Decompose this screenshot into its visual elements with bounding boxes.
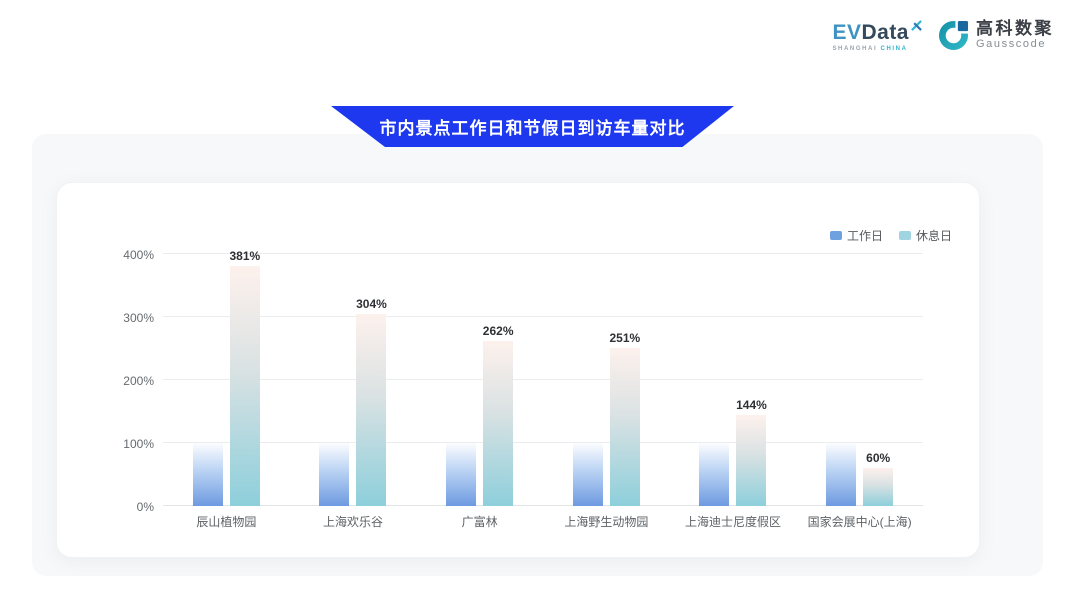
bar-group-3: 251% <box>543 254 670 506</box>
y-tick-label: 400% <box>123 248 154 262</box>
evdata-ev-text: EV <box>832 22 861 44</box>
y-tick-label: 0% <box>137 500 154 514</box>
bar-group-4: 144% <box>670 254 797 506</box>
evdata-sub-china: CHINA <box>881 46 908 52</box>
bar-workday-2 <box>446 443 476 506</box>
legend-item-workday[interactable]: 工作日 <box>830 227 883 244</box>
brand-logos: EVData SHANGHAI CHINA <box>832 19 1054 52</box>
bar-group-0: 381% <box>163 254 290 506</box>
evdata-logo: EVData SHANGHAI CHINA <box>832 19 922 52</box>
bar-holiday-5: 60% <box>863 468 893 506</box>
legend-label-holiday: 休息日 <box>916 227 952 244</box>
y-tick-label: 300% <box>123 311 154 325</box>
x-axis-label-0: 辰山植物园 <box>163 513 290 530</box>
bar-group-1: 304% <box>290 254 417 506</box>
bar-value-label: 304% <box>356 297 387 311</box>
bar-holiday-2: 262% <box>483 341 513 506</box>
evdata-x-icon <box>911 20 922 31</box>
page-title: 市内景点工作日和节假日到访车量对比 <box>380 114 686 139</box>
evdata-sub-shanghai: SHANGHAI <box>832 46 877 52</box>
bar-workday-0 <box>193 443 223 506</box>
bar-workday-1 <box>319 443 349 506</box>
x-axis-labels: 辰山植物园上海欢乐谷广富林上海野生动物园上海迪士尼度假区国家会展中心(上海) <box>163 513 923 533</box>
legend-label-workday: 工作日 <box>847 227 883 244</box>
bar-group-2: 262% <box>416 254 543 506</box>
plot-area: 400%300%200%100%0%381%304%262%251%144%60… <box>163 254 923 506</box>
evdata-wordmark: EVData <box>832 22 922 44</box>
gausscode-logo: 高科数聚 Gausscode <box>938 19 1054 51</box>
bar-holiday-1: 304% <box>356 314 386 506</box>
y-tick-label: 200% <box>123 374 154 388</box>
x-axis-label-5: 国家会展中心(上海) <box>796 513 923 530</box>
x-axis-label-3: 上海野生动物园 <box>543 513 670 530</box>
x-axis-label-1: 上海欢乐谷 <box>290 513 417 530</box>
y-tick-label: 100% <box>123 437 154 451</box>
bar-value-label: 262% <box>483 324 514 338</box>
bar-holiday-4: 144% <box>736 415 766 506</box>
bar-group-5: 60% <box>796 254 923 506</box>
bar-workday-5 <box>826 443 856 506</box>
evdata-subtext: SHANGHAI CHINA <box>832 46 922 52</box>
bar-holiday-0: 381% <box>230 266 260 506</box>
gausscode-text: 高科数聚 Gausscode <box>976 19 1054 51</box>
gausscode-en-name: Gausscode <box>976 38 1054 51</box>
evdata-data-text: Data <box>861 22 909 44</box>
legend-item-holiday[interactable]: 休息日 <box>899 227 952 244</box>
bar-value-label: 144% <box>736 398 767 412</box>
bar-value-label: 251% <box>609 331 640 345</box>
gausscode-g-icon <box>938 20 969 51</box>
bar-value-label: 60% <box>866 451 890 465</box>
gausscode-cn-name: 高科数聚 <box>976 19 1054 38</box>
chart-legend: 工作日 休息日 <box>830 227 952 244</box>
content-panel: 工作日 休息日 400% 300% 200% 100% 0% 381% 304% 262% 251… <box>32 134 1043 576</box>
bar-workday-3 <box>573 443 603 506</box>
bar-value-label: 381% <box>229 249 260 263</box>
chart-card: 工作日 休息日 400% 300% 200% 100% 0% 381% 304% 262% 251… <box>56 182 980 558</box>
x-axis-label-2: 广富林 <box>416 513 543 530</box>
bar-holiday-3: 251% <box>610 348 640 506</box>
legend-swatch-holiday <box>899 231 911 240</box>
legend-swatch-workday <box>830 231 842 240</box>
bar-workday-4 <box>699 443 729 506</box>
chart-title-banner: 市内景点工作日和节假日到访车量对比 <box>331 106 734 147</box>
x-axis-label-4: 上海迪士尼度假区 <box>670 513 797 530</box>
